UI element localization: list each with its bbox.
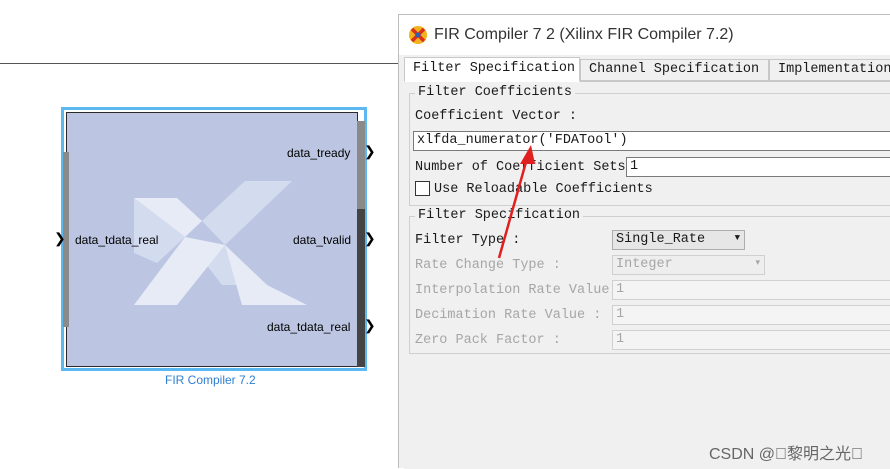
- port-data-tvalid: data_tvalid: [293, 233, 352, 247]
- coefficient-vector-value: xlfda_numerator('FDATool'): [417, 133, 628, 148]
- output-port-arrow-icon[interactable]: ❯: [364, 143, 376, 160]
- tab-label: Filter Specification: [413, 61, 576, 76]
- dialog-title: FIR Compiler 7 2 (Xilinx FIR Compiler 7.…: [434, 26, 734, 43]
- sysgen-app-icon: [409, 26, 427, 44]
- canvas-wire: [0, 63, 398, 64]
- port-data-tdata-real-out: data_tdata_real: [267, 320, 351, 334]
- rate-change-type-select[interactable]: Integer ▾: [612, 255, 765, 275]
- tab-implementation[interactable]: Implementation: [769, 59, 890, 81]
- port-data-tready: data_tready: [287, 146, 351, 160]
- rate-change-type-value: Integer: [616, 257, 673, 272]
- decimation-rate-input[interactable]: 1: [612, 305, 890, 325]
- decimation-rate-value: 1: [616, 307, 625, 322]
- coefficient-sets-input[interactable]: 1: [626, 157, 890, 177]
- dropdown-caret-icon: ▼: [734, 233, 740, 243]
- zero-pack-factor-input[interactable]: 1: [612, 330, 890, 350]
- coefficient-vector-input[interactable]: xlfda_numerator('FDATool'): [413, 131, 890, 151]
- block-caption: FIR Compiler 7.2: [165, 373, 256, 387]
- tab-label: Implementation: [778, 62, 890, 77]
- filter-type-select[interactable]: Single_Rate ▼: [612, 230, 745, 250]
- watermark: CSDN @ 黎明之光 : [709, 446, 864, 463]
- decimation-rate-label: Decimation Rate Value :: [415, 308, 602, 323]
- rate-change-type-label: Rate Change Type :: [415, 258, 561, 273]
- filter-specification-legend: Filter Specification: [415, 208, 584, 223]
- filter-type-label: Filter Type :: [415, 233, 521, 248]
- output-port-bar-top: [357, 121, 365, 209]
- reloadable-coefficients-label: Use Reloadable Coefficients: [434, 182, 653, 197]
- port-data-tdata-real-in: data_tdata_real: [75, 233, 159, 247]
- zero-pack-factor-label: Zero Pack Factor :: [415, 333, 561, 348]
- filter-coefficients-legend: Filter Coefficients: [415, 85, 575, 100]
- coefficient-sets-label: Number of Coefficient Sets :: [415, 160, 642, 175]
- interpolation-rate-label: Interpolation Rate Value :: [415, 283, 626, 298]
- coefficient-sets-value: 1: [630, 159, 639, 174]
- interpolation-rate-value: 1: [616, 282, 625, 297]
- interpolation-rate-input[interactable]: 1: [612, 280, 890, 300]
- input-port-arrow-icon[interactable]: ❯: [54, 230, 66, 247]
- filter-type-value: Single_Rate: [616, 232, 706, 247]
- coefficient-vector-label: Coefficient Vector :: [415, 109, 578, 124]
- reloadable-coefficients-checkbox[interactable]: [415, 181, 430, 196]
- tab-label: Channel Specification: [589, 62, 760, 77]
- output-port-arrow-icon[interactable]: ❯: [364, 317, 376, 334]
- tab-channel-specification[interactable]: Channel Specification: [580, 59, 769, 81]
- zero-pack-factor-value: 1: [616, 332, 625, 347]
- dropdown-caret-icon: ▾: [755, 258, 760, 268]
- tab-filter-specification[interactable]: Filter Specification: [404, 57, 580, 82]
- output-port-arrow-icon[interactable]: ❯: [364, 230, 376, 247]
